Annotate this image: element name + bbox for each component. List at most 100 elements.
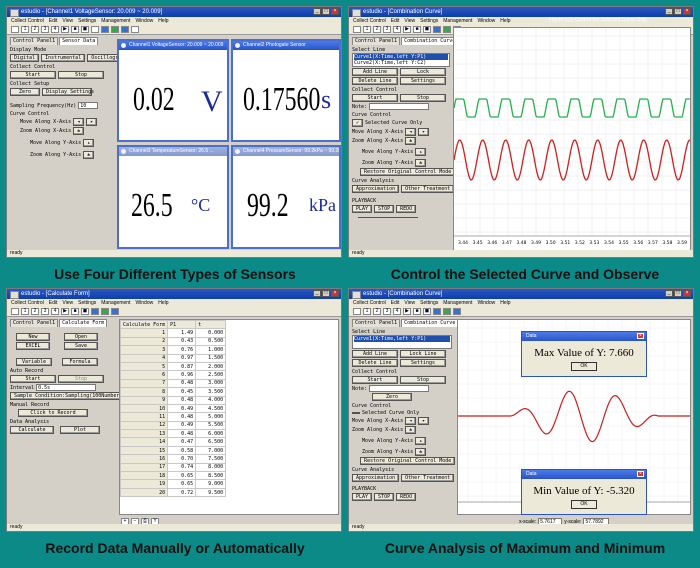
sensor-window-voltage[interactable]: Channel1 VoltageSensor: 20.009 ~ 20.009 … xyxy=(117,39,229,142)
close-button[interactable]: × xyxy=(331,8,339,15)
stop-playback-button[interactable]: STOP xyxy=(374,205,395,213)
start-button[interactable]: Start xyxy=(352,376,398,384)
table-cell[interactable]: 0.74 xyxy=(167,462,197,473)
minimize-button[interactable]: _ xyxy=(313,290,321,297)
table-cell[interactable]: 5 xyxy=(119,361,169,372)
table-cell[interactable]: 6.000 xyxy=(195,429,227,439)
channel-2-icon[interactable]: 2 xyxy=(31,26,39,33)
channel-4-icon[interactable]: 4 xyxy=(393,308,401,315)
zoom-y-stepper[interactable]: ± xyxy=(415,448,427,456)
chart-icon[interactable] xyxy=(111,308,119,315)
table-cell[interactable]: 5.500 xyxy=(195,420,227,431)
arrow-right-icon[interactable]: ▸ xyxy=(86,118,98,126)
tab-combination-curve[interactable]: Combination Curve xyxy=(401,37,459,45)
table-cell[interactable]: 13 xyxy=(119,429,169,439)
menu-view[interactable]: View xyxy=(404,299,415,307)
table-cell[interactable]: 7.000 xyxy=(195,445,227,456)
play-button[interactable]: PLAY xyxy=(352,493,373,501)
table-cell[interactable]: 11 xyxy=(119,412,169,422)
delete-line-button[interactable]: Delete Line xyxy=(352,77,398,85)
arrow-right-icon[interactable]: ▸ xyxy=(418,128,430,136)
delete-line-button[interactable]: Delete Line xyxy=(352,359,398,367)
table-cell[interactable]: 1.500 xyxy=(195,353,227,363)
table-cell[interactable]: 0.45 xyxy=(167,387,197,397)
note-field[interactable] xyxy=(369,385,430,392)
menu-window[interactable]: Window xyxy=(477,299,495,307)
table-row[interactable]: 9 0.48 4.000 xyxy=(119,395,227,405)
table-cell[interactable]: 0.49 xyxy=(167,420,197,431)
channel-1-icon[interactable]: 1 xyxy=(363,26,371,33)
table-cell[interactable]: 0.48 xyxy=(167,378,197,389)
table-row[interactable]: 2 0.43 0.500 xyxy=(119,336,227,347)
channel-3-icon[interactable]: 3 xyxy=(383,26,391,33)
stop-button[interactable]: Stop xyxy=(58,375,104,383)
table-cell[interactable]: 0.43 xyxy=(167,336,197,347)
table-cell[interactable]: 0.48 xyxy=(167,429,197,439)
arrow-left-icon[interactable]: ◂ xyxy=(73,118,85,126)
table-cell[interactable]: 6 xyxy=(119,370,169,380)
table-row[interactable]: 3 0.76 1.000 xyxy=(119,345,227,355)
table-cell[interactable]: 9.000 xyxy=(195,479,227,489)
monitor-icon[interactable] xyxy=(91,308,99,315)
table-cell[interactable]: 0.97 xyxy=(167,353,197,363)
table-cell[interactable]: 8.500 xyxy=(195,471,227,481)
minimize-button[interactable]: _ xyxy=(313,8,321,15)
selected-only-checkbox[interactable] xyxy=(352,412,360,414)
ok-button[interactable]: OK xyxy=(571,362,597,371)
start-button[interactable]: Start xyxy=(10,375,56,383)
maximize-button[interactable]: □ xyxy=(322,290,330,297)
menu-settings[interactable]: Settings xyxy=(420,17,438,25)
close-button[interactable]: × xyxy=(683,290,691,297)
table-cell[interactable]: 1.000 xyxy=(195,345,227,355)
minimize-button[interactable]: _ xyxy=(665,290,673,297)
table-cell[interactable]: 0.70 xyxy=(167,454,197,464)
table-cell[interactable]: 5.000 xyxy=(195,412,227,422)
table-cell[interactable]: 0.76 xyxy=(167,345,197,355)
menu-help[interactable]: Help xyxy=(500,299,510,307)
settings-button[interactable]: Settings xyxy=(400,359,446,367)
table-row[interactable]: 15 0.58 7.000 xyxy=(119,445,227,456)
playback-slider[interactable] xyxy=(358,214,418,218)
table-cell[interactable]: 18 xyxy=(119,471,169,481)
stop-icon[interactable]: ■ xyxy=(71,26,79,33)
record-icon[interactable]: ◼ xyxy=(423,308,431,315)
table-row[interactable]: 4 0.97 1.500 xyxy=(119,353,227,363)
tab-control-panel[interactable]: Control Panel1 xyxy=(352,319,401,327)
digital-button[interactable]: Digital xyxy=(10,54,40,62)
record-icon[interactable]: ◼ xyxy=(423,26,431,33)
zero-button[interactable]: Zero xyxy=(10,88,40,96)
list-item[interactable]: Curve2(X:Time,left Y:C2) xyxy=(354,60,448,66)
tab-sensor-data[interactable]: Sensor Data xyxy=(59,37,99,45)
table-cell[interactable]: 7.500 xyxy=(195,454,227,464)
table-cell[interactable]: 17 xyxy=(119,462,169,473)
table-cell[interactable]: 1.49 xyxy=(167,328,197,338)
click-to-record-button[interactable]: Click to Record xyxy=(18,409,88,417)
channel-4-icon[interactable]: 4 xyxy=(51,308,59,315)
monitor-icon[interactable] xyxy=(101,26,109,33)
lock-line-button[interactable]: Lock Line xyxy=(400,350,446,358)
menu-settings[interactable]: Settings xyxy=(78,17,96,25)
arrow-up-icon[interactable]: ▴ xyxy=(415,148,427,156)
instrumental-button[interactable]: Instrumental xyxy=(41,54,86,62)
arrow-left-icon[interactable]: ◂ xyxy=(405,417,417,425)
interval-select[interactable]: 0.5s xyxy=(36,384,97,391)
excel-button[interactable]: EXCEL xyxy=(16,342,50,350)
channel-1-icon[interactable]: 1 xyxy=(363,308,371,315)
new-icon[interactable] xyxy=(353,26,361,33)
table-row[interactable]: 20 0.72 9.500 xyxy=(119,487,227,498)
add-line-button[interactable]: Add Line xyxy=(352,350,398,358)
arrow-right-icon[interactable]: ▸ xyxy=(418,417,430,425)
stop-icon[interactable]: ■ xyxy=(413,308,421,315)
channel-1-icon[interactable]: 1 xyxy=(21,308,29,315)
table-cell[interactable]: 0.65 xyxy=(167,479,197,489)
table-cell[interactable]: 12 xyxy=(119,420,169,431)
menu-window[interactable]: Window xyxy=(477,17,495,25)
table-row[interactable]: 19 0.65 9.000 xyxy=(119,479,227,489)
zoom-x-stepper[interactable]: ± xyxy=(405,137,417,145)
curve-plot[interactable]: 3.44 3.45 3.46 3.47 3.48 3.49 3.50 3.51 3.52 3.53… xyxy=(453,27,691,251)
new-icon[interactable] xyxy=(11,308,19,315)
other-treatment-button[interactable]: Other Treatment xyxy=(401,474,455,482)
menu-collect-control[interactable]: Collect Control xyxy=(353,299,386,307)
stop-button[interactable]: Stop xyxy=(400,376,446,384)
sample-condition-button[interactable]: Sample Condition:Sampling(100Numbers) xyxy=(10,392,130,400)
